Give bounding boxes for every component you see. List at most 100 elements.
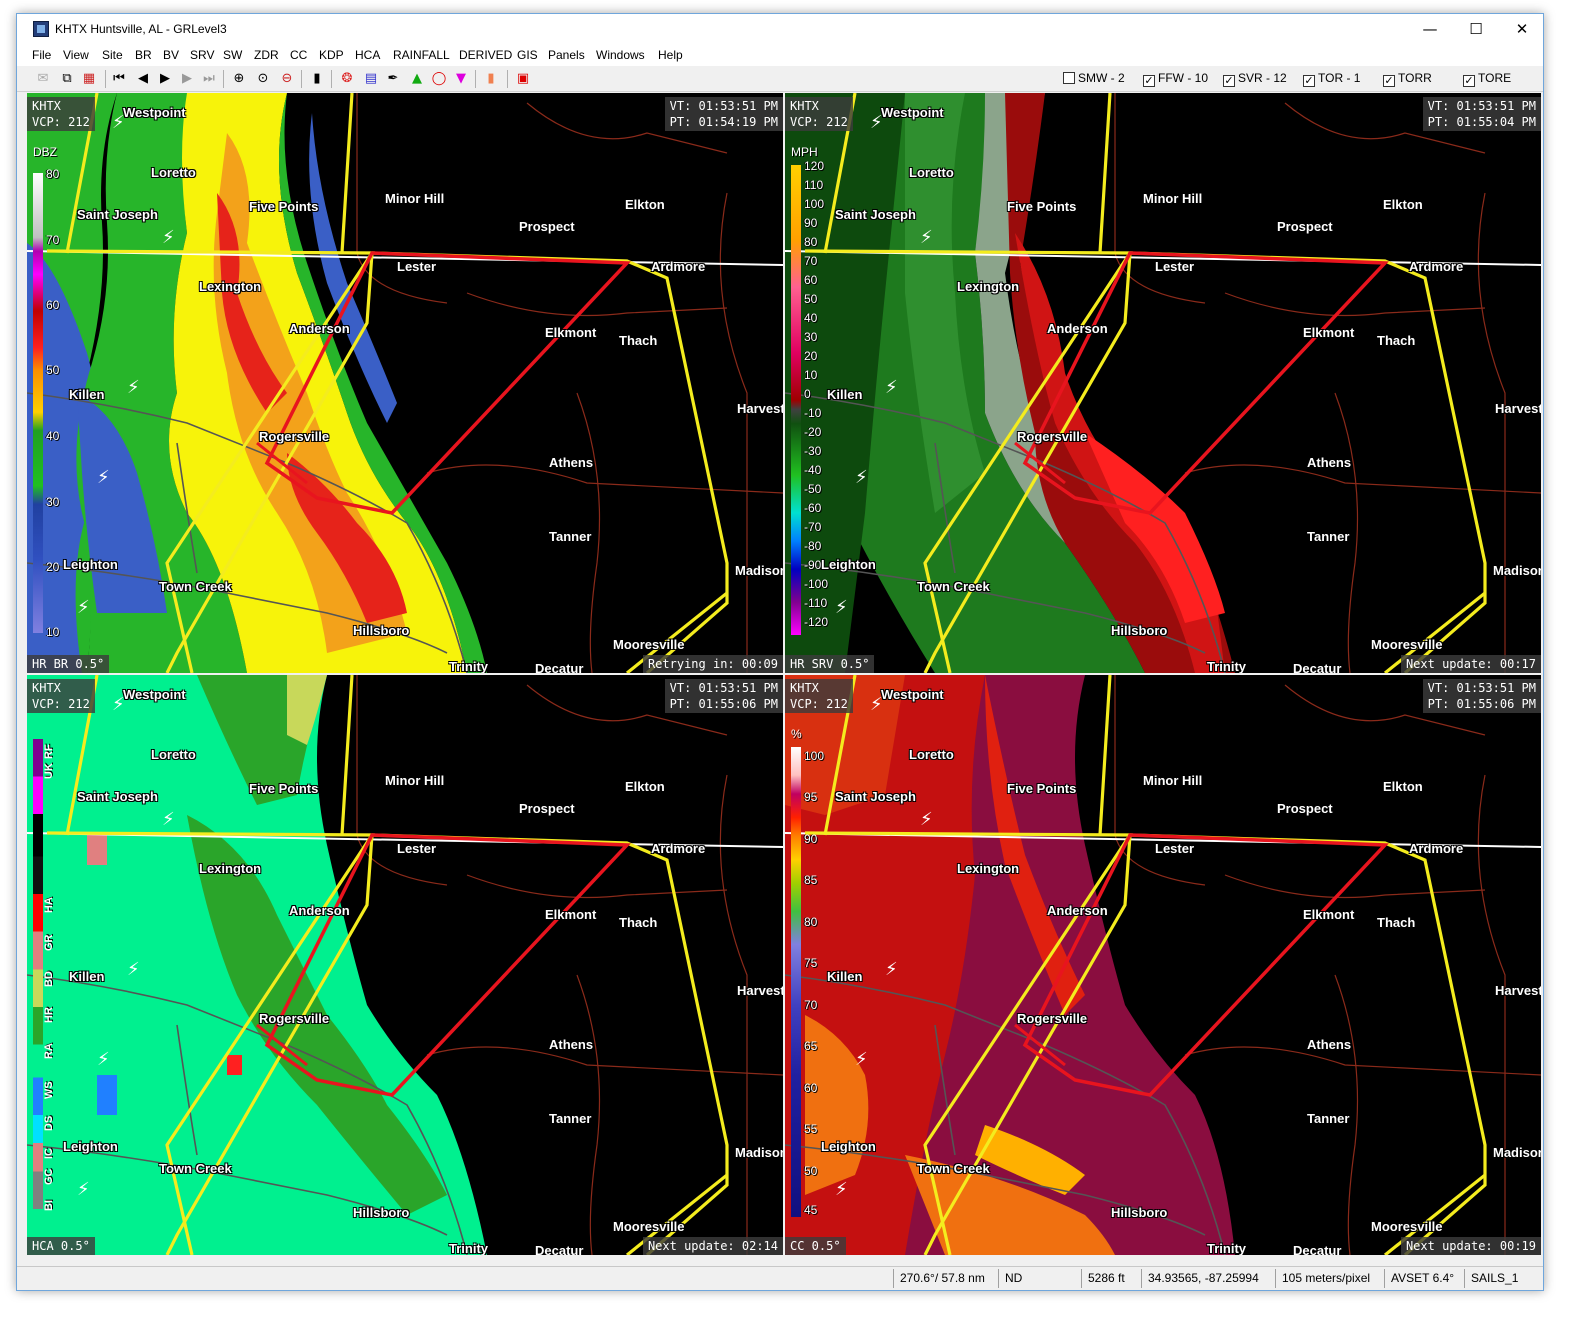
close-button[interactable]: ✕ bbox=[1499, 14, 1545, 44]
menu-file[interactable]: File bbox=[32, 48, 51, 62]
place-label: Harvest bbox=[1495, 401, 1541, 416]
menu-bv[interactable]: BV bbox=[163, 48, 179, 62]
smw-checkbox[interactable] bbox=[1063, 72, 1075, 84]
place-label: Anderson bbox=[1047, 903, 1108, 918]
last-frame-icon[interactable]: ⏭ bbox=[199, 69, 219, 89]
ffw-toggle[interactable]: ✓ FFW - 10 bbox=[1143, 71, 1208, 87]
svr-toggle[interactable]: ✓ SVR - 12 bbox=[1223, 71, 1287, 87]
title-bar[interactable]: KHTX Huntsville, AL - GRLevel3 — ☐ ✕ bbox=[17, 14, 1543, 44]
radar-panel-hca[interactable]: ⚡ ⚡ ⚡ ⚡ ⚡ UK RF HA GR BD HR RA WS DS IC GC B… bbox=[27, 675, 783, 1255]
place-label: Rogersville bbox=[259, 1011, 330, 1026]
menu-cc[interactable]: CC bbox=[290, 48, 307, 62]
stop-icon[interactable]: ▣ bbox=[513, 69, 533, 89]
svr-checkbox[interactable]: ✓ bbox=[1223, 75, 1235, 87]
place-label: Decatur bbox=[1293, 1243, 1342, 1255]
status-avset: AVSET 6.4° bbox=[1384, 1269, 1464, 1288]
menu-sw[interactable]: SW bbox=[223, 48, 242, 62]
app-window: KHTX Huntsville, AL - GRLevel3 — ☐ ✕ Fil… bbox=[16, 13, 1544, 1291]
torr-toggle[interactable]: ✓ TORR bbox=[1383, 71, 1432, 87]
place-label: Hillsboro bbox=[1111, 1205, 1168, 1220]
time-info: VT: 01:53:51 PM PT: 01:55:06 PM bbox=[664, 679, 783, 713]
smw-toggle[interactable]: SMW - 2 bbox=[1063, 71, 1125, 85]
svg-text:⚡: ⚡ bbox=[920, 809, 933, 830]
legend-tick: -120 bbox=[804, 615, 829, 629]
menu-rainfall[interactable]: RAINFALL bbox=[393, 48, 450, 62]
place-label: Five Points bbox=[1007, 199, 1077, 214]
legend-tick: -80 bbox=[804, 539, 822, 553]
place-label: Minor Hill bbox=[1143, 773, 1203, 788]
menu-derived[interactable]: DERIVED bbox=[459, 48, 512, 62]
cc-color-bar bbox=[791, 747, 801, 1217]
menu-view[interactable]: View bbox=[63, 48, 89, 62]
copy-icon[interactable]: ⧉ bbox=[57, 69, 77, 89]
pin-icon[interactable]: ✒ bbox=[383, 69, 403, 89]
place-label: Rogersville bbox=[259, 429, 330, 444]
place-label: Five Points bbox=[249, 781, 319, 796]
legend-tick: 70 bbox=[804, 254, 818, 268]
status-bar: 270.6°/ 57.8 nm ND 5286 ft 34.93565, -87… bbox=[17, 1266, 1543, 1290]
table-icon[interactable]: ▤ bbox=[361, 69, 381, 89]
menu-br[interactable]: BR bbox=[135, 48, 152, 62]
prev-frame-icon[interactable]: ◀ bbox=[133, 69, 153, 89]
storm-track-icon[interactable]: ❂ bbox=[337, 69, 357, 89]
product-label: HR BR 0.5° bbox=[27, 655, 110, 673]
place-label: Mooresville bbox=[613, 1219, 685, 1234]
ffw-checkbox[interactable]: ✓ bbox=[1143, 75, 1155, 87]
radar-panel-cc[interactable]: ⚡ ⚡ ⚡ ⚡ ⚡ % 100 95 90 85 80 75 70 65 60 55 5… bbox=[785, 675, 1541, 1255]
place-label: Tanner bbox=[1307, 1111, 1350, 1126]
maximize-button[interactable]: ☐ bbox=[1453, 14, 1499, 44]
next-frame-icon[interactable]: ▶ bbox=[177, 69, 197, 89]
layers-icon[interactable]: ▦ bbox=[79, 69, 99, 89]
torr-checkbox[interactable]: ✓ bbox=[1383, 75, 1395, 87]
meso-icon[interactable]: ◯ bbox=[429, 69, 449, 89]
radar-panel-srv[interactable]: ⚡ ⚡ ⚡ ⚡ ⚡ MPH 120 110 100 90 80 70 60 50 40 … bbox=[785, 93, 1541, 673]
opacity-icon[interactable]: ▮ bbox=[307, 69, 327, 89]
minimize-button[interactable]: — bbox=[1407, 14, 1453, 44]
svg-text:⚡: ⚡ bbox=[835, 597, 848, 618]
color-table-icon[interactable]: ▮ bbox=[481, 69, 501, 89]
svg-text:⚡: ⚡ bbox=[855, 467, 868, 488]
place-label: Trinity bbox=[449, 659, 489, 673]
site-info: KHTX VCP: 212 bbox=[785, 97, 853, 131]
menu-panels[interactable]: Panels bbox=[548, 48, 585, 62]
place-label: Killen bbox=[69, 969, 105, 984]
zoom-out-icon[interactable]: ⊖ bbox=[277, 69, 297, 89]
place-label: Prospect bbox=[1277, 801, 1333, 816]
tor-toggle[interactable]: ✓ TOR - 1 bbox=[1303, 71, 1360, 87]
place-label: Trinity bbox=[1207, 659, 1247, 673]
tor-checkbox[interactable]: ✓ bbox=[1303, 75, 1315, 87]
menu-zdr[interactable]: ZDR bbox=[254, 48, 279, 62]
first-frame-icon[interactable]: ⏮ bbox=[109, 69, 129, 89]
menu-hca[interactable]: HCA bbox=[355, 48, 380, 62]
hail-icon[interactable]: ▲ bbox=[407, 69, 427, 89]
tvs-icon[interactable]: ▼ bbox=[451, 69, 471, 89]
menu-help[interactable]: Help bbox=[658, 48, 683, 62]
place-label: Madison bbox=[1493, 1145, 1541, 1160]
place-label: Thach bbox=[1377, 333, 1416, 348]
menu-gis[interactable]: GIS bbox=[517, 48, 538, 62]
legend-tick: -20 bbox=[804, 425, 822, 439]
zoom-reset-icon[interactable]: ⊙ bbox=[253, 69, 273, 89]
legend-tick: DS bbox=[43, 1115, 55, 1131]
tore-checkbox[interactable]: ✓ bbox=[1463, 75, 1475, 87]
time-info: VT: 01:53:51 PM PT: 01:55:04 PM bbox=[1422, 97, 1541, 131]
place-label: Thach bbox=[619, 333, 658, 348]
legend-tick: 80 bbox=[804, 915, 818, 929]
status-resolution: 105 meters/pixel bbox=[1275, 1269, 1384, 1288]
menu-site[interactable]: Site bbox=[102, 48, 123, 62]
menu-windows[interactable]: Windows bbox=[596, 48, 645, 62]
place-label: Minor Hill bbox=[385, 191, 445, 206]
hca-map: ⚡⚡⚡⚡⚡ bbox=[27, 675, 783, 1255]
menu-srv[interactable]: SRV bbox=[190, 48, 214, 62]
refresh-icon[interactable]: ✉ bbox=[33, 69, 53, 89]
menu-kdp[interactable]: KDP bbox=[319, 48, 344, 62]
svg-text:⚡: ⚡ bbox=[162, 809, 175, 830]
tore-toggle[interactable]: ✓ TORE bbox=[1463, 71, 1511, 87]
play-icon[interactable]: ▶ bbox=[155, 69, 175, 89]
radar-panel-reflectivity[interactable]: ⚡ ⚡ ⚡ ⚡ ⚡ DBZ 80 70 60 50 40 30 20 10 Westpo… bbox=[27, 93, 783, 673]
place-label: Westpoint bbox=[881, 687, 944, 702]
legend-tick: 30 bbox=[46, 495, 60, 509]
place-label: Ardmore bbox=[651, 841, 706, 856]
place-label: Leighton bbox=[821, 557, 876, 572]
zoom-in-icon[interactable]: ⊕ bbox=[229, 69, 249, 89]
